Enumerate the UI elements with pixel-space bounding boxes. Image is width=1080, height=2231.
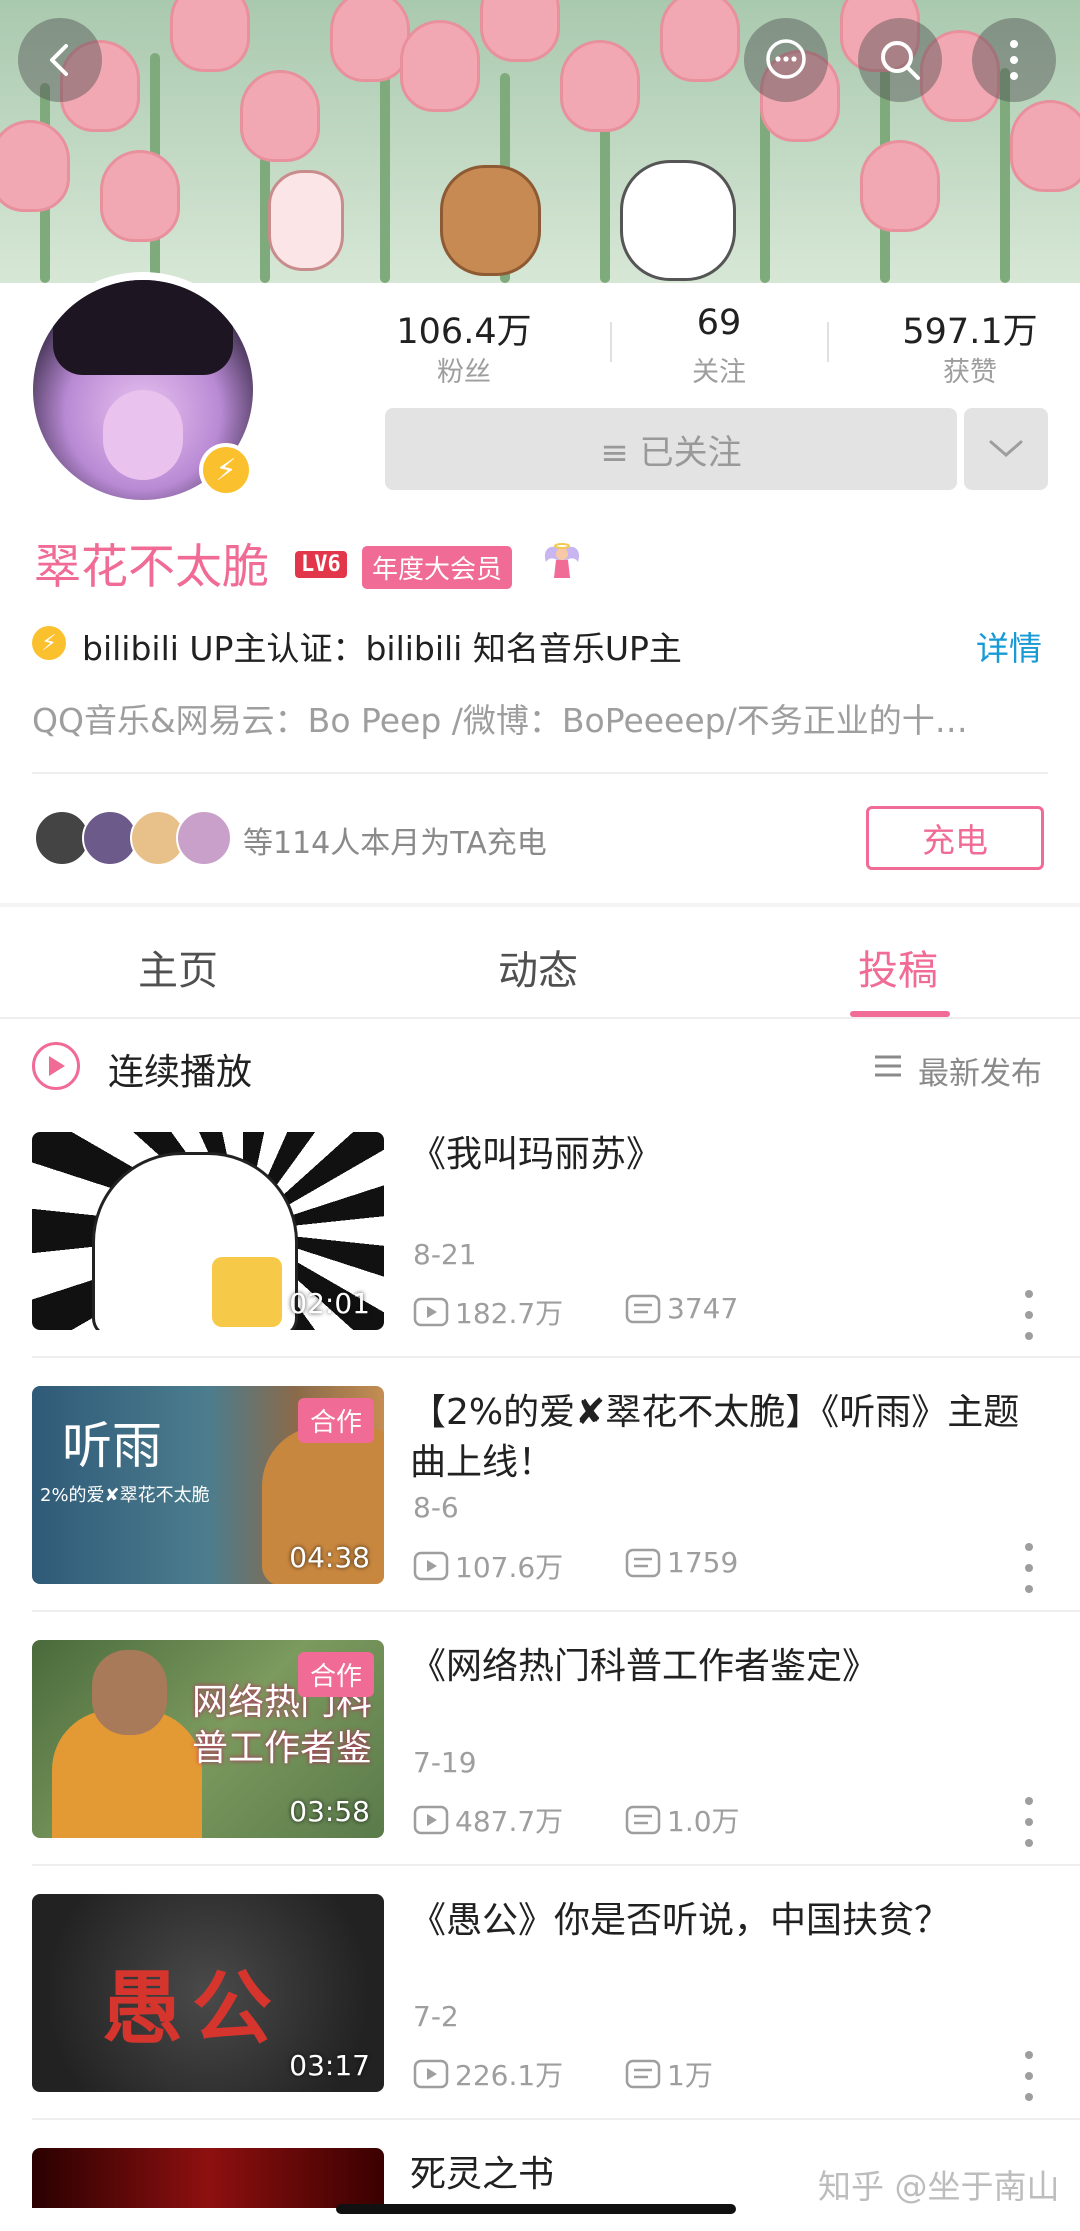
danmaku-icon bbox=[625, 1548, 661, 1577]
search-button[interactable] bbox=[858, 18, 942, 102]
danmaku-icon bbox=[625, 1294, 661, 1323]
video-comments: 1.0万 bbox=[625, 1800, 740, 1840]
charger-avatar bbox=[176, 810, 232, 866]
play-all-label[interactable]: 连续播放 bbox=[108, 1043, 252, 1095]
fans-label: 粉丝 bbox=[437, 357, 491, 388]
video-duration: 02:01 bbox=[289, 1287, 370, 1320]
play-count-icon bbox=[413, 1297, 449, 1327]
likes-label: 获赞 bbox=[943, 357, 997, 388]
video-comments-value: 3747 bbox=[667, 1292, 739, 1325]
certification-text: bilibili UP主认证：bilibili 知名音乐UP主 bbox=[82, 629, 682, 668]
followed-button[interactable]: ≡ 已关注 bbox=[385, 408, 957, 490]
profile-banner bbox=[0, 0, 1080, 283]
user-name: 翠花不太脆 bbox=[34, 540, 269, 595]
video-comments: 1万 bbox=[625, 2054, 713, 2094]
follow-options-button[interactable] bbox=[964, 408, 1048, 490]
video-views-value: 182.7万 bbox=[455, 1297, 564, 1330]
more-vertical-icon bbox=[1010, 40, 1018, 80]
charge-button-label: 充电 bbox=[922, 821, 988, 860]
tab-home[interactable]: 主页 bbox=[138, 938, 218, 996]
level-badge: LV6 bbox=[295, 551, 347, 578]
video-more-button[interactable] bbox=[1016, 1797, 1042, 1847]
danmaku-icon bbox=[625, 1805, 661, 1835]
video-title[interactable]: 【2%的爱✘翠花不太脆】《听雨》主题曲上线！ bbox=[410, 1388, 1040, 1488]
video-comments-value: 1.0万 bbox=[667, 1805, 740, 1838]
video-duration: 04:38 bbox=[289, 1541, 370, 1574]
certification-bolt-icon: ⚡ bbox=[32, 626, 66, 660]
video-date: 7-19 bbox=[413, 1746, 477, 1779]
danmaku-icon bbox=[625, 2059, 661, 2089]
sort-dropdown[interactable]: 最新发布 bbox=[918, 1048, 1042, 1093]
video-comments-value: 1759 bbox=[667, 1546, 739, 1579]
fans-count[interactable]: 106.4万 bbox=[364, 303, 564, 354]
home-indicator[interactable] bbox=[336, 2204, 736, 2214]
thumbnail-text: 愚公 bbox=[102, 1961, 282, 2055]
video-thumbnail[interactable]: 愚公 03:17 bbox=[32, 1894, 384, 2092]
video-comments: 3747 bbox=[625, 1292, 738, 1325]
play-count-icon bbox=[413, 2059, 449, 2089]
play-icon bbox=[49, 1056, 65, 1076]
video-thumbnail[interactable] bbox=[32, 2148, 384, 2208]
video-more-button[interactable] bbox=[1016, 2051, 1042, 2101]
dog-illustration bbox=[620, 160, 736, 281]
play-all-button[interactable] bbox=[32, 1042, 80, 1090]
bunny-illustration bbox=[268, 170, 344, 271]
video-views: 107.6万 bbox=[413, 1546, 563, 1586]
followed-label: ≡ 已关注 bbox=[600, 432, 742, 473]
search-icon bbox=[881, 41, 920, 80]
video-comments-value: 1万 bbox=[667, 2059, 713, 2092]
likes-count: 597.1万 bbox=[902, 312, 1038, 352]
video-title[interactable]: 《我叫玛丽苏》 bbox=[410, 1130, 1040, 1180]
video-date: 8-6 bbox=[413, 1491, 459, 1524]
video-views: 487.7万 bbox=[413, 1800, 563, 1840]
following-label: 关注 bbox=[692, 357, 746, 388]
video-title[interactable]: 《网络热门科普工作者鉴定》 bbox=[410, 1642, 1040, 1692]
thumbnail-text: 2%的爱✘翠花不太脆 bbox=[40, 1485, 210, 1506]
video-views-value: 107.6万 bbox=[455, 1551, 564, 1584]
detail-link[interactable]: 详情 bbox=[976, 622, 1042, 670]
video-views: 226.1万 bbox=[413, 2054, 563, 2094]
charge-button[interactable]: 充电 bbox=[866, 806, 1044, 870]
more-button[interactable] bbox=[972, 18, 1056, 102]
play-count-icon bbox=[413, 1805, 449, 1835]
message-button[interactable] bbox=[744, 18, 828, 102]
video-more-button[interactable] bbox=[1016, 1543, 1042, 1593]
video-thumbnail[interactable]: 02:01 bbox=[32, 1132, 384, 1330]
thumbnail-text: 听雨 bbox=[62, 1417, 162, 1475]
tab-dynamic[interactable]: 动态 bbox=[498, 938, 578, 996]
signature[interactable]: QQ音乐&网易云：Bo Peep /微博：BoPeeeep/不务正业的十… bbox=[32, 694, 1048, 742]
collab-badge: 合作 bbox=[297, 1652, 374, 1697]
verified-bolt-icon: ⚡ bbox=[199, 443, 253, 497]
video-duration: 03:58 bbox=[289, 1795, 370, 1828]
watermark: 知乎 @坐于南山 bbox=[818, 2167, 1060, 2206]
tab-posts[interactable]: 投稿 bbox=[858, 938, 938, 996]
video-more-button[interactable] bbox=[1016, 1290, 1042, 1340]
chat-bubble-icon bbox=[766, 39, 806, 79]
video-title[interactable]: 《愚公》你是否听说，中国扶贫？ bbox=[410, 1896, 1040, 1946]
chevron-left-icon bbox=[50, 44, 68, 76]
bear-illustration bbox=[440, 165, 541, 276]
charge-summary[interactable]: 等114人本月为TA充电 bbox=[243, 818, 547, 862]
chevron-down-icon bbox=[989, 440, 1023, 457]
video-views-value: 487.7万 bbox=[455, 1805, 564, 1838]
sort-list-icon bbox=[875, 1055, 901, 1077]
angel-badge-icon bbox=[544, 543, 580, 578]
video-duration: 03:17 bbox=[289, 2049, 370, 2082]
video-thumbnail[interactable]: 听雨 2%的爱✘翠花不太脆 合作 04:38 bbox=[32, 1386, 384, 1584]
video-views: 182.7万 bbox=[413, 1292, 563, 1332]
video-thumbnail[interactable]: 网络热门科普工作者鉴 合作 03:58 bbox=[32, 1640, 384, 1838]
following-count[interactable]: 69 bbox=[619, 303, 819, 343]
video-date: 8-21 bbox=[413, 1238, 477, 1271]
play-count-icon bbox=[413, 1551, 449, 1581]
video-comments: 1759 bbox=[625, 1546, 738, 1579]
back-button[interactable] bbox=[18, 18, 102, 102]
collab-badge: 合作 bbox=[297, 1398, 374, 1443]
vip-badge[interactable]: 年度大会员 bbox=[362, 546, 513, 589]
video-views-value: 226.1万 bbox=[455, 2059, 564, 2092]
video-date: 7-2 bbox=[413, 2000, 459, 2033]
